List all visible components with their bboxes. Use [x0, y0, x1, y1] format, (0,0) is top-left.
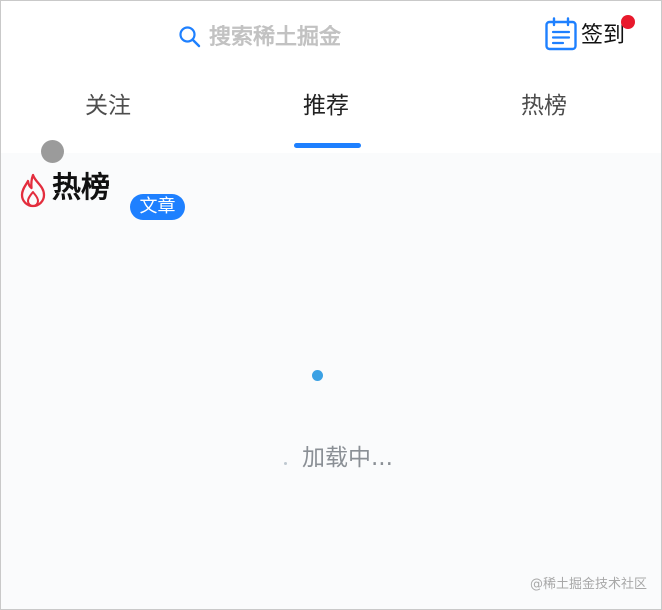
- flame-icon: [20, 173, 46, 208]
- tab-hot[interactable]: 热榜: [521, 95, 567, 118]
- tab-follow[interactable]: 关注: [85, 95, 131, 118]
- search-box[interactable]: [177, 21, 379, 53]
- checkin-button[interactable]: 签到: [544, 15, 636, 55]
- checkin-label: 签到: [581, 23, 626, 48]
- floating-drag-handle[interactable]: [41, 140, 64, 163]
- active-tab-indicator: [294, 143, 361, 148]
- search-icon: [179, 26, 201, 48]
- hot-list-title: 热榜: [52, 170, 111, 204]
- hot-list-banner[interactable]: 热榜 文章: [17, 171, 192, 223]
- search-input[interactable]: [203, 24, 379, 50]
- tab-recommend[interactable]: 推荐: [303, 95, 349, 118]
- notification-dot: [621, 15, 635, 29]
- loading-spinner-dot-faint: [284, 462, 287, 465]
- watermark: @稀土掘金技术社区: [529, 577, 647, 592]
- tab-bar: 关注 推荐 热榜: [1, 73, 661, 153]
- article-tag[interactable]: 文章: [130, 194, 185, 220]
- calendar-icon: [545, 17, 577, 51]
- top-bar: 签到: [1, 1, 661, 73]
- app-page: 签到 关注 推荐 热榜 热榜 文章 加载中... @稀土掘金技术社区: [0, 0, 662, 610]
- loading-spinner-dot: [312, 370, 323, 381]
- loading-text: 加载中...: [302, 445, 393, 471]
